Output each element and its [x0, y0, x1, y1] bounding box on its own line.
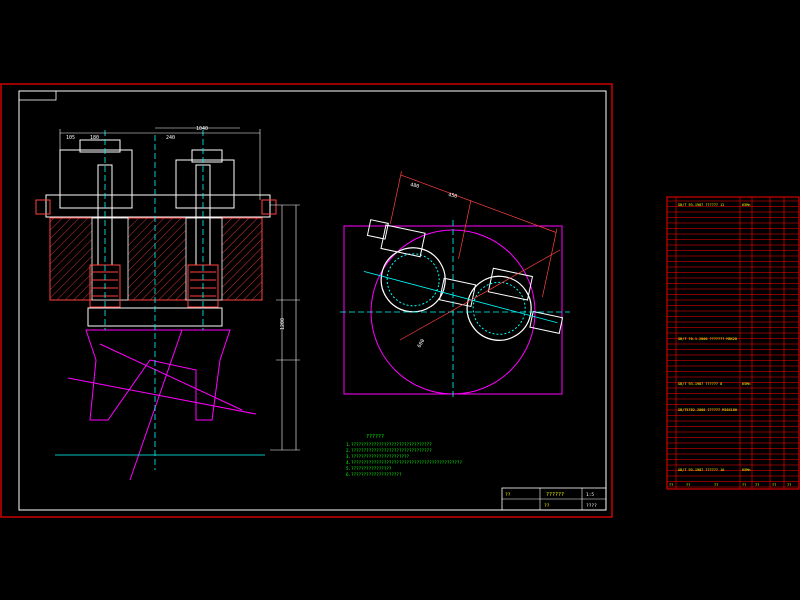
note-line: 6.???????????????????? — [346, 472, 402, 477]
note-line: 3.??????????????????????? — [346, 454, 410, 459]
crusher-body — [85, 329, 231, 421]
bom-row-note: 65Mn — [742, 203, 750, 207]
plan-dim-b — [389, 170, 402, 224]
bom-row-note: 65Mn — [742, 468, 750, 472]
bom-row-note: 65Mn — [742, 382, 750, 386]
roller-right-inner — [472, 281, 526, 335]
roller-left — [380, 247, 446, 313]
flange-right — [261, 199, 277, 215]
bom-header-cell: ?? — [787, 483, 791, 487]
title-name: ?????? — [546, 492, 564, 498]
plan-view: 450 480 600 — [340, 170, 570, 400]
plan-dim-text-bore: 600 — [417, 338, 427, 349]
technical-notes: ?????? 1.???????????????????????????????… — [346, 434, 462, 477]
bom-row: GB/T5782-2000 ?????? M16X100 — [678, 408, 737, 412]
bom-header-cell: ?? — [742, 483, 746, 487]
section-view: 1040 105 180 240 1200 — [35, 126, 300, 481]
bom-row: GB/T 93-1987 ?????? 16 — [678, 468, 724, 472]
cross-beam — [45, 194, 271, 218]
plan-dim-a — [400, 174, 557, 233]
dim-height: 1200 — [280, 318, 286, 330]
title-block: ?? ?????? 1:5 ?? ???? — [501, 487, 607, 511]
plan-dim-c — [542, 228, 558, 298]
note-line: 5.???????????????? — [346, 466, 392, 471]
title-drawn-by: ?? — [505, 492, 511, 498]
base-block — [49, 217, 263, 301]
bom-row: GB/T 70.1-2000 ??????? M8X20 — [678, 337, 737, 341]
motor-block-left — [380, 224, 426, 258]
plan-dim-d — [458, 200, 472, 259]
note-line: 1.???????????????????????????????? — [346, 442, 432, 447]
bom-header-cell: ?? — [714, 483, 718, 487]
plan-axis-a — [363, 270, 558, 324]
motor-right — [175, 159, 235, 209]
title-sheet: ???? — [586, 503, 597, 509]
bom-row: GB/T 93-1987 ?????? 12 — [678, 203, 724, 207]
title-checked-by: ?? — [544, 503, 550, 509]
motor-block-right — [487, 267, 534, 301]
corner-tag — [18, 90, 57, 101]
slant-c — [99, 343, 243, 411]
dim-top-overall: 1040 — [196, 126, 208, 132]
bom-header-cell: ?? — [772, 483, 776, 487]
dim-mid: 240 — [166, 135, 175, 141]
roller-right — [466, 275, 532, 341]
slant-b — [129, 329, 183, 481]
dim-left-b: 180 — [90, 135, 99, 141]
title-scale: 1:5 — [586, 492, 594, 498]
bom-row: GB/T 93-1987 ?????? 8 — [678, 382, 722, 386]
note-line: 2.???????????????????????????????? — [346, 448, 432, 453]
plan-assembly — [363, 170, 564, 341]
cad-drawing: 1040 105 180 240 1200 450 480 600 ??????… — [0, 83, 800, 518]
plan-dim-text-b: 480 — [410, 182, 420, 190]
bom-header-cell: ?? — [686, 483, 690, 487]
note-line: 4.??????????????????????????????????????… — [346, 460, 462, 465]
flange-left — [35, 199, 51, 215]
plan-dim-text-a: 450 — [448, 192, 458, 200]
slant-a — [67, 377, 257, 415]
motor-left — [59, 149, 133, 209]
bom-header-cell: ?? — [669, 483, 673, 487]
bom-table: GB/T 93-1987 ?????? 12 65Mn GB/T 70.1-20… — [666, 196, 800, 490]
notes-heading: ?????? — [366, 434, 384, 440]
dim-left-a: 105 — [66, 135, 75, 141]
bom-header-cell: ?? — [755, 483, 759, 487]
